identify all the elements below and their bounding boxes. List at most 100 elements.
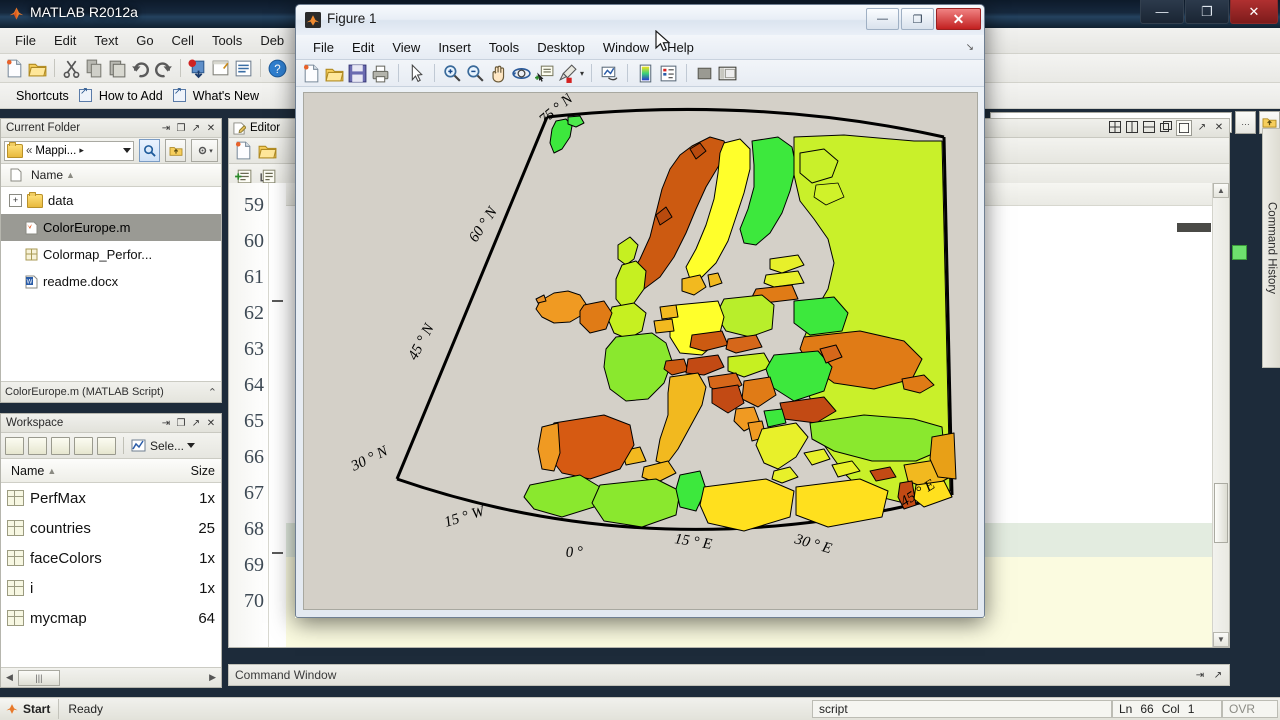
cut-icon[interactable]: [61, 58, 82, 79]
menu-text[interactable]: Text: [85, 30, 127, 51]
close-button[interactable]: ✕: [1230, 0, 1278, 24]
start-button[interactable]: Start: [0, 699, 60, 719]
rotate3d-icon[interactable]: [511, 63, 532, 84]
simulink-icon[interactable]: [233, 58, 254, 79]
how-to-add-link[interactable]: How to Add: [99, 89, 163, 103]
figure-close-button[interactable]: ✕: [936, 8, 981, 30]
close-panel-icon[interactable]: ✕: [204, 121, 218, 135]
dock-left-icon[interactable]: ⇥: [159, 121, 173, 135]
redo-icon[interactable]: [153, 58, 174, 79]
workspace-horizontal-scrollbar[interactable]: ◀ ||| ▶: [1, 667, 221, 687]
folder-settings-button[interactable]: ▾: [191, 139, 218, 162]
shortcuts-label[interactable]: Shortcuts: [16, 89, 69, 103]
undock-icon[interactable]: ↗: [1195, 120, 1209, 134]
expand-icon[interactable]: +: [9, 194, 22, 207]
figure-menu-edit[interactable]: Edit: [343, 38, 383, 57]
up-one-level-button[interactable]: [165, 139, 186, 162]
paste-icon[interactable]: [107, 58, 128, 79]
editor-tile-4-icon[interactable]: [1108, 120, 1122, 134]
editor-float-icon[interactable]: [1159, 120, 1173, 134]
new-figure-icon[interactable]: [210, 58, 231, 79]
status-overwrite-mode[interactable]: OVR: [1222, 700, 1278, 718]
maximize-button[interactable]: ❐: [1185, 0, 1229, 24]
import-data-icon[interactable]: [51, 436, 70, 455]
scroll-down-arrow-icon[interactable]: ▼: [1213, 632, 1229, 647]
figure-menu-tools[interactable]: Tools: [480, 38, 528, 57]
browse-button[interactable]: …: [1235, 110, 1256, 134]
table-row[interactable]: countries 25: [1, 513, 221, 543]
brush-icon[interactable]: [557, 63, 578, 84]
list-item-data[interactable]: + data: [1, 187, 221, 214]
europe-choropleth-map[interactable]: 75 ° N 60 ° N 45 ° N 30 ° N 15 ° W 0 ° 1…: [304, 93, 978, 610]
menu-edit[interactable]: Edit: [45, 30, 85, 51]
minimize-button[interactable]: —: [1140, 0, 1184, 24]
print-figure-icon[interactable]: [370, 63, 391, 84]
data-cursor-icon[interactable]: [534, 63, 555, 84]
open-file-icon[interactable]: [257, 140, 278, 161]
editor-single-icon[interactable]: [1176, 120, 1192, 136]
scroll-right-arrow-icon[interactable]: ▶: [209, 672, 219, 683]
menu-cell[interactable]: Cell: [163, 30, 203, 51]
zoom-out-icon[interactable]: [465, 63, 486, 84]
menu-go[interactable]: Go: [127, 30, 162, 51]
table-row[interactable]: i 1x: [1, 573, 221, 603]
scroll-up-arrow-icon[interactable]: ▲: [1213, 183, 1229, 198]
code-analyzer-status-icon[interactable]: [1232, 245, 1247, 260]
table-row[interactable]: faceColors 1x: [1, 543, 221, 573]
dock-icon[interactable]: ⇥: [1193, 668, 1207, 682]
menu-file[interactable]: File: [6, 30, 45, 51]
figure-menu-window[interactable]: Window: [594, 38, 658, 57]
new-file-icon[interactable]: [233, 140, 254, 161]
copy-icon[interactable]: [84, 58, 105, 79]
search-folder-button[interactable]: [139, 139, 160, 162]
colorbar-icon[interactable]: [635, 63, 656, 84]
figure-menu-insert[interactable]: Insert: [429, 38, 480, 57]
whats-new-link[interactable]: What's New: [193, 89, 259, 103]
name-column-label[interactable]: Name: [31, 168, 63, 182]
collapse-details-icon[interactable]: ⌃: [208, 386, 217, 399]
editor-vertical-scrollbar[interactable]: ▲ ▼: [1212, 183, 1229, 647]
scroll-left-arrow-icon[interactable]: ◀: [3, 672, 13, 683]
figure-menu-view[interactable]: View: [383, 38, 429, 57]
pointer-icon[interactable]: [406, 63, 427, 84]
save-workspace-icon[interactable]: [74, 436, 93, 455]
figure-axes-canvas[interactable]: 75 ° N 60 ° N 45 ° N 30 ° N 15 ° W 0 ° 1…: [303, 92, 978, 610]
command-window-strip[interactable]: Command Window ⇥ ↗: [228, 664, 1230, 686]
editor-tile-2row-icon[interactable]: [1142, 120, 1156, 134]
scrollbar-thumb[interactable]: |||: [17, 669, 60, 686]
command-history-tab[interactable]: Command History: [1262, 128, 1280, 368]
figure-minimize-button[interactable]: —: [866, 8, 899, 30]
close-panel-icon[interactable]: ✕: [204, 416, 218, 430]
undock-icon[interactable]: ↗: [189, 416, 203, 430]
undock-icon[interactable]: ↗: [1211, 668, 1225, 682]
maximize-panel-icon[interactable]: ❐: [174, 416, 188, 430]
menu-tools[interactable]: Tools: [203, 30, 251, 51]
workspace-col-name[interactable]: Name: [11, 464, 44, 478]
table-row[interactable]: mycmap 64: [1, 603, 221, 633]
menubar-overflow-icon[interactable]: ↘: [966, 42, 984, 53]
dock-left-icon[interactable]: ⇥: [159, 416, 173, 430]
open-variable-icon[interactable]: [28, 436, 47, 455]
workspace-col-size[interactable]: Size: [191, 464, 221, 478]
brush-dropdown-icon[interactable]: ▾: [580, 69, 584, 78]
show-plot-tools-icon[interactable]: [717, 63, 738, 84]
list-item-readme[interactable]: W readme.docx: [1, 268, 221, 295]
undo-icon[interactable]: [130, 58, 151, 79]
open-file-icon[interactable]: [27, 58, 48, 79]
new-figure-icon[interactable]: [301, 63, 322, 84]
zoom-in-icon[interactable]: [442, 63, 463, 84]
menu-debug[interactable]: Deb: [251, 30, 293, 51]
table-row[interactable]: PerfMax 1x: [1, 483, 221, 513]
figure-menu-file[interactable]: File: [304, 38, 343, 57]
new-script-icon[interactable]: [4, 58, 25, 79]
fold-marker[interactable]: [272, 552, 283, 554]
legend-icon[interactable]: [658, 63, 679, 84]
pan-icon[interactable]: [488, 63, 509, 84]
scrollbar-thumb[interactable]: [1214, 483, 1228, 543]
editor-tile-2col-icon[interactable]: [1125, 120, 1139, 134]
list-item-coloreurope[interactable]: ColorEurope.m: [1, 214, 221, 241]
figure-menu-desktop[interactable]: Desktop: [528, 38, 594, 57]
run-debug-icon[interactable]: [187, 58, 208, 79]
help-icon[interactable]: ?: [267, 58, 288, 79]
folder-breadcrumb[interactable]: « Mappi... ▸: [4, 140, 134, 161]
